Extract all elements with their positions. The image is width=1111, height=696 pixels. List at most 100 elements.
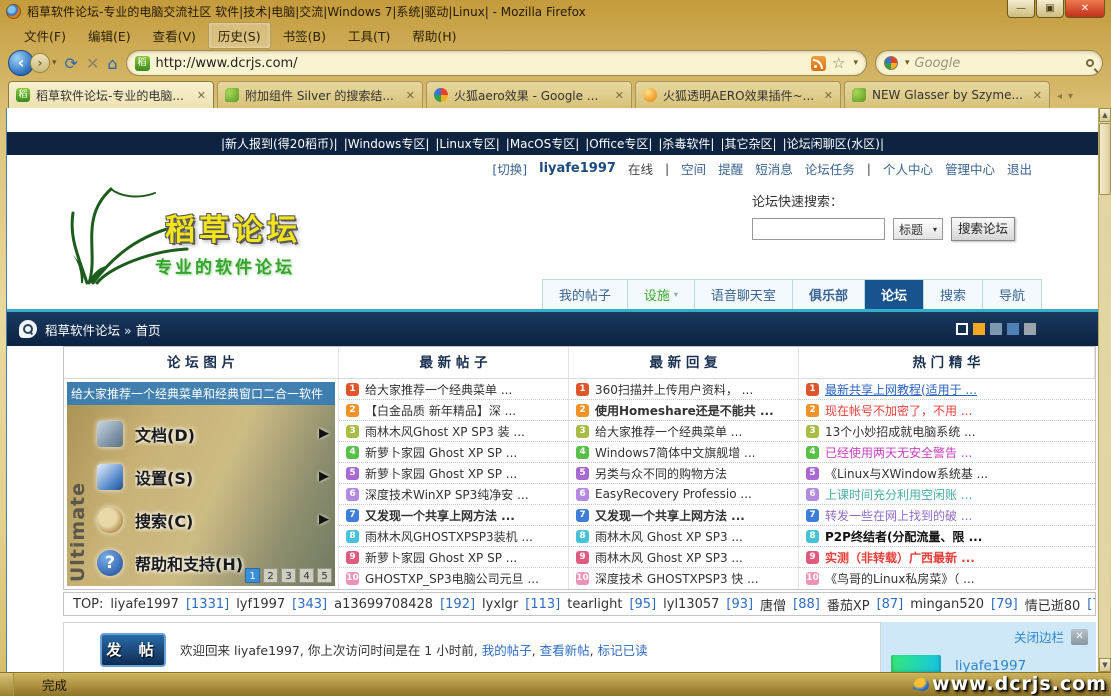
tab-straw-forum[interactable]: 稻 稻草软件论坛-专业的电脑... ✕ [8, 81, 214, 108]
mark-read-link[interactable]: 标记已读 [598, 643, 648, 658]
home-button[interactable]: ⌂ [107, 54, 117, 73]
bookmark-star-icon[interactable]: ☆ [832, 54, 845, 72]
post-link[interactable]: 雨林木风 Ghost XP SP3 ... [595, 549, 743, 566]
search-input[interactable] [915, 56, 1081, 71]
maximize-button[interactable]: ▣ [1036, 0, 1064, 18]
search-icon[interactable] [1086, 59, 1094, 67]
admin-center-link[interactable]: 管理中心 [945, 159, 995, 178]
post-link[interactable]: EasyRecovery Professio ... [595, 487, 752, 501]
forward-button[interactable]: › [30, 53, 50, 73]
breadcrumb-home-link[interactable]: 稻草软件论坛 [45, 323, 120, 338]
post-link[interactable]: 已经使用两天无安全警告 ... [825, 444, 972, 461]
post-link[interactable]: 又发现一个共享上网方法 ... [365, 507, 515, 524]
post-link[interactable]: 转发一些在网上找到的破 ... [825, 507, 972, 524]
top-user[interactable]: 情已逝80 [1025, 595, 1081, 614]
post-link[interactable]: 最新共享上网教程(适用于 ... [825, 381, 977, 398]
menu-view[interactable]: 查看(V) [143, 22, 206, 49]
page-dot[interactable]: 1 [245, 568, 260, 583]
history-dropdown-icon[interactable]: ▾ [52, 58, 57, 68]
minimize-button[interactable]: — [1007, 0, 1035, 18]
page-scrollbar[interactable]: ▲ ▼ [1098, 108, 1110, 672]
tab-voice-chat[interactable]: 语音聊天室 [694, 279, 793, 309]
top-user[interactable]: 番茄XP [827, 595, 870, 614]
menu-history[interactable]: 历史(S) [208, 22, 271, 49]
post-link[interactable]: 给大家推荐一个经典菜单 ... [365, 381, 512, 398]
my-posts-link[interactable]: 我的帖子 [482, 643, 532, 658]
profile-center-link[interactable]: 个人中心 [883, 159, 933, 178]
tasks-link[interactable]: 论坛任务 [805, 159, 855, 178]
menu-bookmarks[interactable]: 书签(B) [273, 22, 336, 49]
close-sidebar-link[interactable]: 关闭边栏 [1014, 627, 1064, 646]
page-dot[interactable]: 5 [317, 568, 332, 583]
tab-google-aero[interactable]: 火狐aero效果 - Google ... ✕ [426, 81, 632, 108]
style-swatch[interactable] [1007, 323, 1019, 335]
post-link[interactable]: Windows7简体中文旗舰增 ... [595, 444, 755, 461]
scroll-down-icon[interactable]: ▼ [1099, 658, 1111, 672]
nav-link-macos[interactable]: |MacOS专区| [506, 135, 579, 152]
close-sidebar-icon[interactable]: ✕ [1071, 629, 1088, 645]
nav-link-newbie[interactable]: |新人报到(得20稻币)| [221, 135, 338, 152]
style-swatch[interactable] [973, 323, 985, 335]
slideshow-caption[interactable]: 给大家推荐一个经典菜单和经典窗口二合一软件 [67, 382, 335, 405]
search-bar[interactable]: ▾ [875, 50, 1103, 76]
style-swatch[interactable] [990, 323, 1002, 335]
stop-button[interactable]: ✕ [86, 54, 99, 73]
avatar[interactable] [891, 655, 941, 672]
scroll-up-icon[interactable]: ▲ [1099, 108, 1111, 122]
tab-search[interactable]: 搜索 [923, 279, 983, 309]
close-button[interactable]: ✕ [1065, 0, 1105, 18]
post-link[interactable]: 给大家推荐一个经典菜单 ... [595, 423, 742, 440]
list-all-tabs-icon[interactable]: ▾ [1068, 91, 1073, 102]
post-link[interactable]: 雨林木风GHOSTXPSP3装机 ... [365, 528, 533, 545]
new-post-button[interactable]: 发 帖 [100, 633, 166, 667]
username-link[interactable]: liyafe1997 [539, 161, 616, 176]
post-link[interactable]: 深度技术 GHOSTXPSP3 快 ... [595, 570, 759, 587]
post-link[interactable]: 实测（非转载）广西最新 ... [825, 549, 975, 566]
nav-link-misc[interactable]: |其它杂区| [720, 135, 776, 152]
page-dot[interactable]: 2 [263, 568, 278, 583]
post-link[interactable]: 《鸟哥的Linux私房菜》（ ... [825, 570, 975, 587]
post-link[interactable]: 新萝卜家园 Ghost XP SP ... [365, 549, 517, 566]
nav-link-chat[interactable]: |论坛闲聊区(水区)| [783, 135, 884, 152]
tab-forum[interactable]: 论坛 [864, 279, 924, 309]
view-new-posts-link[interactable]: 查看新帖 [540, 643, 590, 658]
post-link[interactable]: 雨林木风 Ghost XP SP3 ... [595, 528, 743, 545]
nav-link-office[interactable]: |Office专区| [585, 135, 652, 152]
page-dot[interactable]: 4 [299, 568, 314, 583]
scrollbar-thumb[interactable] [1099, 123, 1111, 195]
switch-account-link[interactable]: [切换] [492, 159, 527, 178]
top-user[interactable]: lyf1997 [236, 597, 285, 612]
tab-close-icon[interactable]: ✕ [615, 89, 624, 102]
slideshow[interactable]: 给大家推荐一个经典菜单和经典窗口二合一软件 Ultimate 文档(D) ▶ 设… [67, 382, 335, 586]
nav-link-windows[interactable]: |Windows专区| [344, 135, 430, 152]
style-swatch[interactable] [1024, 323, 1036, 335]
nav-link-antivirus[interactable]: |杀毒软件| [658, 135, 714, 152]
style-swatch[interactable] [956, 323, 968, 335]
post-link[interactable]: 新萝卜家园 Ghost XP SP ... [365, 465, 517, 482]
tab-clubs[interactable]: 俱乐部 [792, 279, 865, 309]
post-link[interactable]: 又发现一个共享上网方法 ... [595, 507, 745, 524]
reload-button[interactable]: ⟳ [65, 54, 78, 73]
tab-scroll-left-icon[interactable]: ◂ [1057, 91, 1062, 102]
post-link[interactable]: 新萝卜家园 Ghost XP SP ... [365, 444, 517, 461]
rss-icon[interactable] [811, 56, 826, 71]
quick-search-input[interactable] [752, 218, 885, 240]
post-link[interactable]: 雨林木风Ghost XP SP3 装 ... [365, 423, 525, 440]
sidebar-username-link[interactable]: liyafe1997 [955, 658, 1026, 672]
post-link[interactable]: GHOSTXP_SP3电脑公司元旦 ... [365, 570, 539, 587]
urlbar-dropdown-icon[interactable]: ▾ [853, 58, 858, 68]
top-user[interactable]: lyxlgr [482, 597, 518, 612]
tab-close-icon[interactable]: ✕ [197, 89, 206, 102]
logout-link[interactable]: 退出 [1007, 159, 1032, 178]
tab-my-posts[interactable]: 我的帖子 [542, 279, 628, 309]
search-engine-dropdown-icon[interactable]: ▾ [905, 58, 910, 68]
tab-close-icon[interactable]: ✕ [1033, 89, 1042, 102]
tab-close-icon[interactable]: ✕ [406, 89, 415, 102]
nav-link-linux[interactable]: |Linux专区| [435, 135, 499, 152]
tab-glasser[interactable]: NEW Glasser by Szyme... ✕ [844, 81, 1050, 108]
search-forum-button[interactable]: 搜索论坛 [951, 217, 1015, 241]
page-dot[interactable]: 3 [281, 568, 296, 583]
tab-addons-search[interactable]: 附加组件 Silver 的搜索结... ✕ [217, 81, 423, 108]
menu-edit[interactable]: 编辑(E) [78, 22, 141, 49]
tab-aero-plugin[interactable]: 火狐透明AERO效果插件~... ✕ [635, 81, 841, 108]
